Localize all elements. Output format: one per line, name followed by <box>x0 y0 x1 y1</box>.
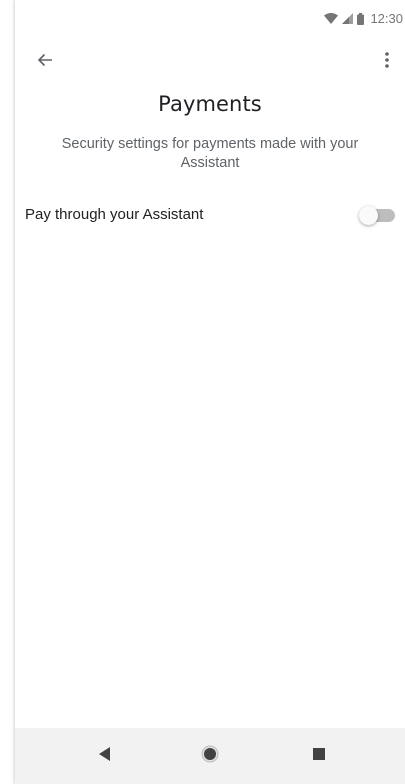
page-title: Payments <box>158 92 262 116</box>
pay-through-assistant-toggle[interactable] <box>359 206 395 226</box>
signal-icon <box>342 13 354 24</box>
nav-recents-icon <box>313 747 325 765</box>
arrow-back-icon <box>37 52 53 73</box>
nav-recents-button[interactable] <box>305 742 333 770</box>
wifi-icon <box>324 13 339 24</box>
back-button[interactable] <box>31 48 59 76</box>
setting-row-pay-through-assistant[interactable]: Pay through your Assistant <box>25 200 395 232</box>
more-options-button[interactable] <box>375 48 399 76</box>
status-time: 12:30 <box>370 11 403 26</box>
more-vert-icon <box>385 51 389 73</box>
nav-back-icon <box>99 746 111 766</box>
status-icons: 12:30 <box>324 11 403 26</box>
setting-label: Pay through your Assistant <box>25 206 204 223</box>
system-nav-bar <box>15 728 405 784</box>
app-screen: 12:30 Payments Security settings for pay… <box>15 0 405 784</box>
nav-home-icon <box>201 745 219 768</box>
nav-home-button[interactable] <box>196 742 224 770</box>
nav-back-button[interactable] <box>91 742 119 770</box>
battery-icon <box>357 12 365 25</box>
page-subtitle: Security settings for payments made with… <box>61 136 359 171</box>
toggle-thumb <box>359 206 378 225</box>
status-bar: 12:30 <box>15 0 405 36</box>
